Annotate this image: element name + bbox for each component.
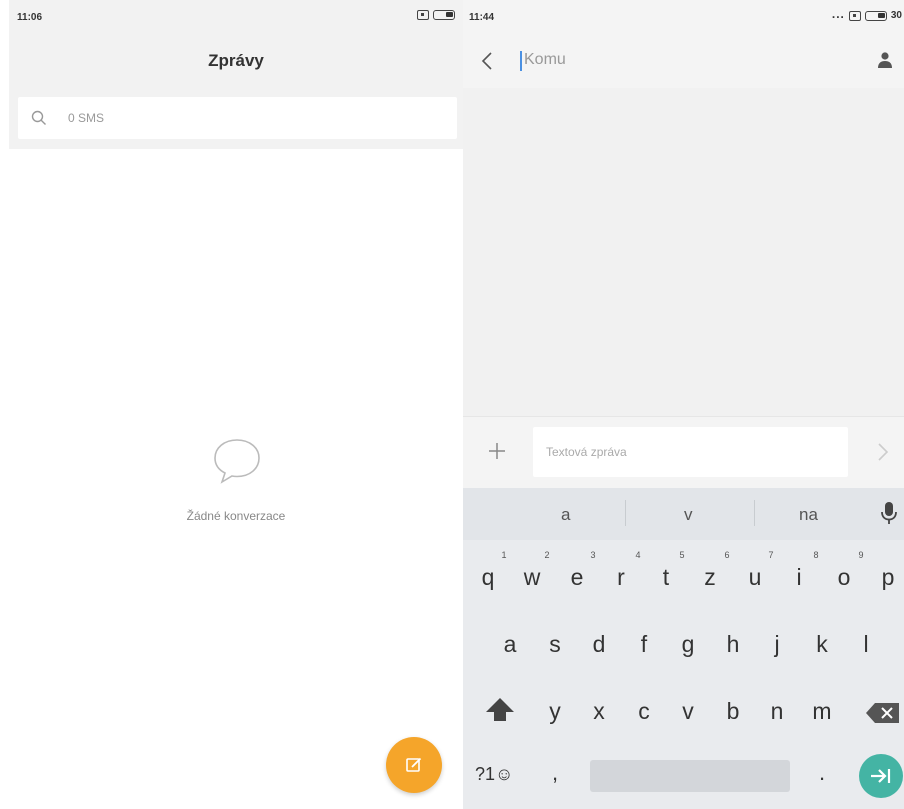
key-w[interactable]: w <box>517 564 547 591</box>
search-input[interactable]: 0 SMS <box>18 97 457 139</box>
microphone-icon[interactable] <box>880 501 898 525</box>
key-hint-6: 6 <box>724 550 730 560</box>
key-t[interactable]: t <box>651 564 681 591</box>
key-k[interactable]: k <box>807 631 837 658</box>
notification-icon <box>848 10 861 21</box>
backspace-icon[interactable] <box>865 701 901 725</box>
symbols-key[interactable]: ?1☺ <box>475 764 513 785</box>
key-b[interactable]: b <box>718 698 748 725</box>
key-h[interactable]: h <box>718 631 748 658</box>
status-bar: 11:44 ... 30 <box>463 0 904 34</box>
key-hint-2: 2 <box>544 550 550 560</box>
key-v[interactable]: v <box>673 698 703 725</box>
empty-state-message: Žádné konverzace <box>186 509 286 523</box>
key-u[interactable]: u <box>740 564 770 591</box>
key-c[interactable]: c <box>629 698 659 725</box>
search-placeholder: 0 SMS <box>68 111 105 125</box>
message-placeholder: Textová zpráva <box>546 445 627 459</box>
suggestion-2[interactable]: v <box>684 505 693 525</box>
key-x[interactable]: x <box>584 698 614 725</box>
key-n[interactable]: n <box>762 698 792 725</box>
tab-arrow-icon <box>871 769 891 783</box>
enter-key[interactable] <box>859 754 903 798</box>
text-cursor <box>520 51 522 71</box>
app-header: Zprávy <box>9 34 463 88</box>
key-j[interactable]: j <box>762 631 792 658</box>
suggestion-divider <box>754 500 755 526</box>
battery-icon <box>433 10 455 20</box>
suggestion-divider <box>625 500 626 526</box>
conversations-screen: 11:06 Zprávy 0 SMS Žádné konverzace <box>9 0 463 809</box>
more-notifications-indicator: ... <box>831 6 845 21</box>
key-e[interactable]: e <box>562 564 592 591</box>
key-y[interactable]: y <box>540 698 570 725</box>
key-hint-8: 8 <box>813 550 819 560</box>
back-arrow-icon[interactable] <box>477 50 497 72</box>
key-hint-5: 5 <box>679 550 685 560</box>
shift-icon[interactable] <box>483 695 517 725</box>
key-hint-9: 9 <box>858 550 864 560</box>
key-hint-4: 4 <box>635 550 641 560</box>
speech-bubble-icon <box>214 439 260 484</box>
key-i[interactable]: i <box>784 564 814 591</box>
message-thread-area <box>463 88 904 416</box>
space-bar[interactable] <box>590 760 790 792</box>
new-message-button[interactable] <box>386 737 442 793</box>
key-p[interactable]: p <box>873 564 903 591</box>
key-period[interactable]: . <box>819 760 825 786</box>
key-hint-3: 3 <box>590 550 596 560</box>
battery-percent: 30 <box>890 10 902 21</box>
send-chevron-icon[interactable] <box>876 441 890 463</box>
key-hint-7: 7 <box>768 550 774 560</box>
key-z[interactable]: z <box>695 564 725 591</box>
key-d[interactable]: d <box>584 631 614 658</box>
key-g[interactable]: g <box>673 631 703 658</box>
page-title: Zprávy <box>208 51 264 70</box>
attach-plus-icon[interactable] <box>487 441 507 461</box>
soft-keyboard: a v na q w e r t z u i o p 1 2 3 4 5 6 7… <box>463 488 904 809</box>
suggestion-strip: a v na <box>463 488 904 540</box>
compose-bar: Textová zpráva <box>463 416 904 488</box>
compose-icon <box>406 757 422 772</box>
key-l[interactable]: l <box>851 631 881 658</box>
search-area: 0 SMS <box>9 88 463 149</box>
key-o[interactable]: o <box>829 564 859 591</box>
key-a[interactable]: a <box>495 631 525 658</box>
key-hint-1: 1 <box>501 550 507 560</box>
status-bar: 11:06 <box>9 0 463 34</box>
recipient-input[interactable]: Komu <box>524 51 824 69</box>
suggestion-3[interactable]: na <box>799 505 818 525</box>
suggestion-1[interactable]: a <box>561 505 570 525</box>
key-s[interactable]: s <box>540 631 570 658</box>
search-icon <box>31 110 46 125</box>
message-input[interactable]: Textová zpráva <box>533 427 848 477</box>
notification-icon <box>417 10 429 20</box>
key-q[interactable]: q <box>473 564 503 591</box>
key-m[interactable]: m <box>807 698 837 725</box>
key-comma[interactable]: , <box>552 760 558 786</box>
contact-icon[interactable] <box>876 51 894 69</box>
battery-icon <box>864 10 887 21</box>
recipient-bar: Komu <box>463 34 904 88</box>
key-f[interactable]: f <box>629 631 659 658</box>
new-message-screen: 11:44 ... 30 Komu Textová zpráva a v na … <box>463 0 904 809</box>
key-r[interactable]: r <box>606 564 636 591</box>
status-time: 11:44 <box>469 12 495 23</box>
status-time: 11:06 <box>17 12 43 23</box>
